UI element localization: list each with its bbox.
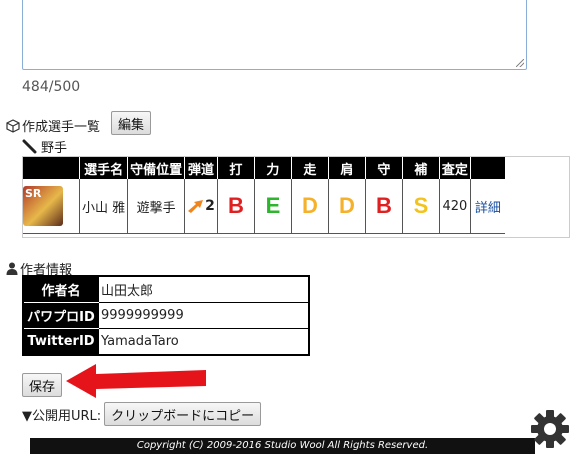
save-button[interactable]: 保存 [22, 373, 63, 397]
table-row: SR 小山 雅 遊撃手 2 B E D D B S 420 詳細 [23, 179, 505, 234]
bat-icon [22, 139, 37, 153]
header-contact: 打 [216, 157, 255, 179]
author-label-pawapro-id: パワプロID [23, 302, 99, 329]
table-row: パワプロID 9999999999 [23, 302, 310, 329]
header-position: 守備位置 [127, 157, 185, 179]
header-power: 力 [253, 157, 292, 179]
red-arrow [66, 364, 206, 398]
trajectory-value: 2 [205, 197, 215, 214]
trajectory-cell: 2 [184, 179, 218, 234]
header-trajectory: 弾道 [184, 157, 218, 179]
header-detail [469, 157, 505, 179]
header-field: 守 [364, 157, 403, 179]
resize-grip-icon[interactable] [516, 59, 524, 67]
header-catch: 補 [401, 157, 440, 179]
author-table: 作者名 山田太郎 パワプロID 9999999999 TwitterID Yam… [22, 275, 310, 356]
sr-badge-label: SR [25, 187, 42, 200]
table-row: TwitterID YamadaTaro [23, 328, 310, 356]
grade-power: E [253, 179, 292, 234]
edit-button[interactable]: 編集 [111, 111, 152, 135]
person-icon [6, 262, 18, 275]
header-rating: 査定 [438, 157, 471, 179]
players-section-label: 作成選手一覧 [22, 120, 101, 135]
grade-contact: B [216, 179, 255, 234]
players-table: 選手名 守備位置 弾道 打 力 走 肩 守 補 査定 SR 小山 雅 遊撃手 2 [23, 157, 505, 234]
public-url-label: ▼公開用URL: [22, 408, 102, 424]
player-position: 遊撃手 [127, 179, 185, 234]
footer-copyright: Copyright (C) 2009-2016 Studio Wool All … [30, 438, 535, 454]
detail-link[interactable]: 詳細 [469, 179, 505, 234]
header-run: 走 [290, 157, 329, 179]
grade-run: D [290, 179, 329, 234]
author-label-twitter-id: TwitterID [23, 328, 99, 355]
player-name: 小山 雅 [78, 179, 128, 234]
comment-textarea[interactable] [22, 0, 527, 70]
char-counter: 484/500 [22, 79, 81, 95]
fielder-subsection: 野手 [22, 137, 67, 156]
cube-icon [6, 118, 20, 133]
grade-field: B [364, 179, 403, 234]
author-label-name: 作者名 [23, 276, 99, 303]
author-value-pawapro-id: 9999999999 [98, 302, 310, 329]
header-arm: 肩 [327, 157, 366, 179]
header-name: 選手名 [78, 157, 128, 179]
player-avatar: SR [23, 179, 80, 234]
grade-catch: S [401, 179, 440, 234]
fielder-label: 野手 [41, 141, 68, 156]
gear-icon[interactable] [530, 407, 570, 451]
player-rating: 420 [438, 179, 471, 234]
players-table-header: 選手名 守備位置 弾道 打 力 走 肩 守 補 査定 [23, 157, 505, 179]
grade-arm: D [327, 179, 366, 234]
players-section-title: 作成選手一覧 [6, 116, 100, 135]
header-badge [23, 157, 80, 179]
author-value-twitter-id: YamadaTaro [98, 328, 310, 356]
public-url-row: ▼公開用URL: クリップボードにコピー [22, 402, 262, 426]
table-row: 作者名 山田太郎 [23, 275, 310, 303]
author-value-name: 山田太郎 [98, 275, 310, 303]
copy-to-clipboard-button[interactable]: クリップボードにコピー [104, 402, 262, 426]
trajectory-arrow-icon [188, 200, 204, 214]
